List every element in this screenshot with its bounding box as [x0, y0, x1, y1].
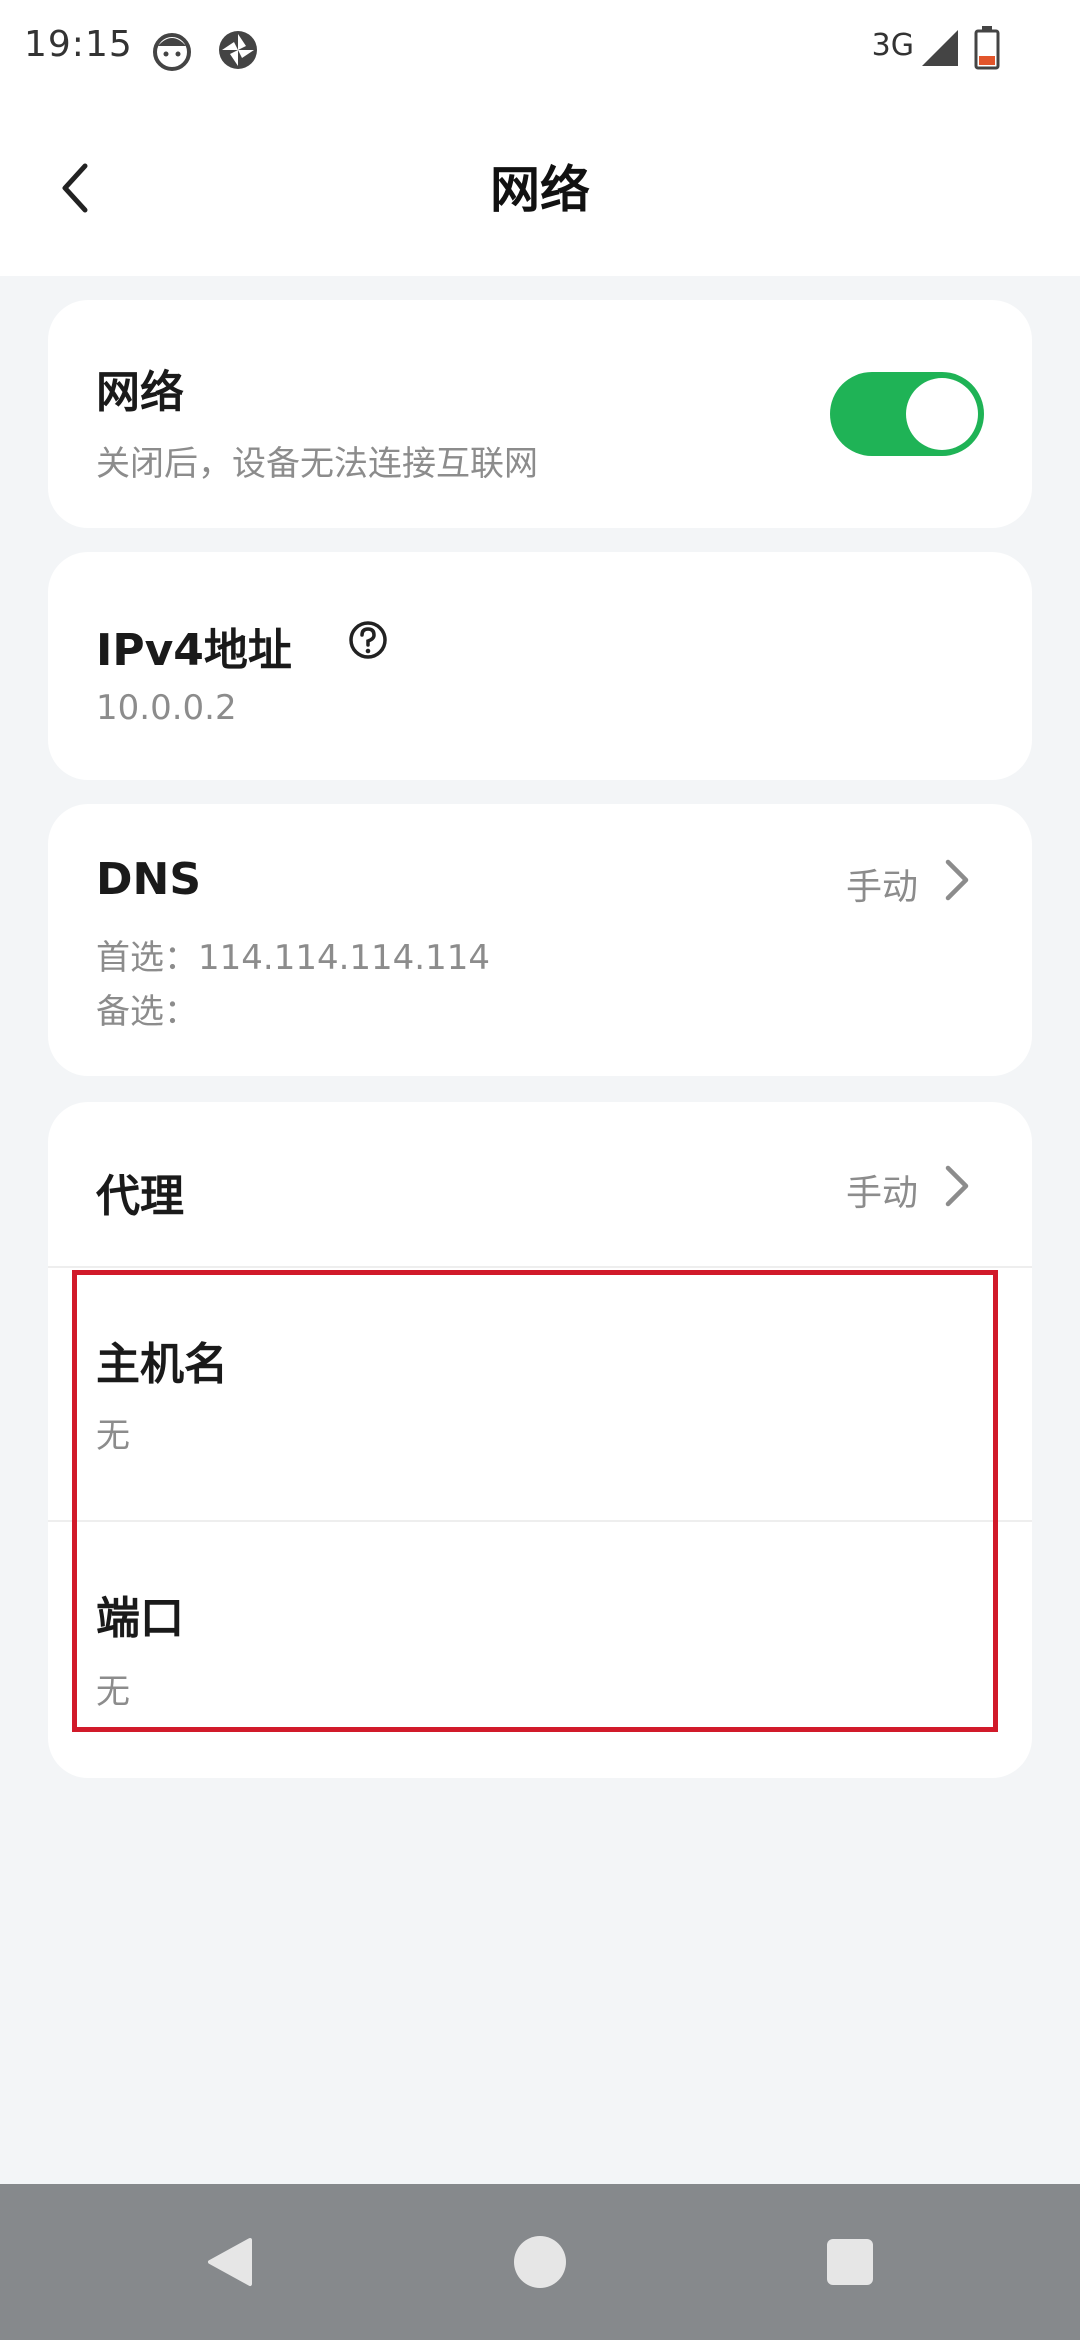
toggle-knob	[906, 378, 978, 450]
page-title: 网络	[490, 161, 590, 219]
recents-square-icon	[827, 2239, 873, 2285]
dns-alternate: 备选：	[96, 992, 198, 1032]
proxy-mode[interactable]: 手动	[846, 1164, 918, 1216]
network-toggle[interactable]	[830, 372, 984, 456]
home-circle-icon	[514, 2236, 566, 2288]
question-circle-icon[interactable]	[348, 620, 388, 660]
nav-recents-button[interactable]	[812, 2224, 888, 2300]
battery-icon	[974, 26, 1000, 70]
signal-icon	[922, 30, 958, 66]
chevron-right-icon	[945, 859, 969, 901]
dns-mode: 手动	[845, 867, 918, 908]
dns-preferred: 首选：114.114.114.114	[96, 938, 491, 978]
dns-card[interactable]: DNS 手动 首选：114.114.114.114 备选：	[48, 804, 1032, 1076]
status-bar: 19:15 3G	[0, 0, 1080, 100]
dns-title: DNS	[96, 854, 202, 905]
divider	[48, 1266, 1032, 1268]
network-subtitle: 关闭后，设备无法连接互联网	[96, 444, 538, 484]
sync-icon	[219, 31, 257, 69]
navigation-bar	[0, 2184, 1080, 2340]
nav-home-button[interactable]	[502, 2224, 578, 2300]
nav-back-button[interactable]	[192, 2224, 268, 2300]
network-type-label: 3G	[871, 28, 914, 63]
network-card: 网络 关闭后，设备无法连接互联网	[48, 300, 1032, 528]
status-time: 19:15	[24, 24, 133, 65]
ipv4-card: IPv4地址 10.0.0.2	[48, 552, 1032, 780]
network-title: 网络	[96, 367, 184, 418]
face-notification-icon	[153, 33, 191, 71]
proxy-title[interactable]: 代理	[96, 1160, 184, 1224]
app-header: 网络	[0, 100, 1080, 276]
chevron-right-icon	[945, 1165, 969, 1207]
highlight-box	[72, 1270, 998, 1732]
ipv4-value: 10.0.0.2	[96, 688, 237, 728]
back-triangle-icon	[208, 2238, 252, 2286]
ipv4-title: IPv4地址	[96, 625, 292, 676]
